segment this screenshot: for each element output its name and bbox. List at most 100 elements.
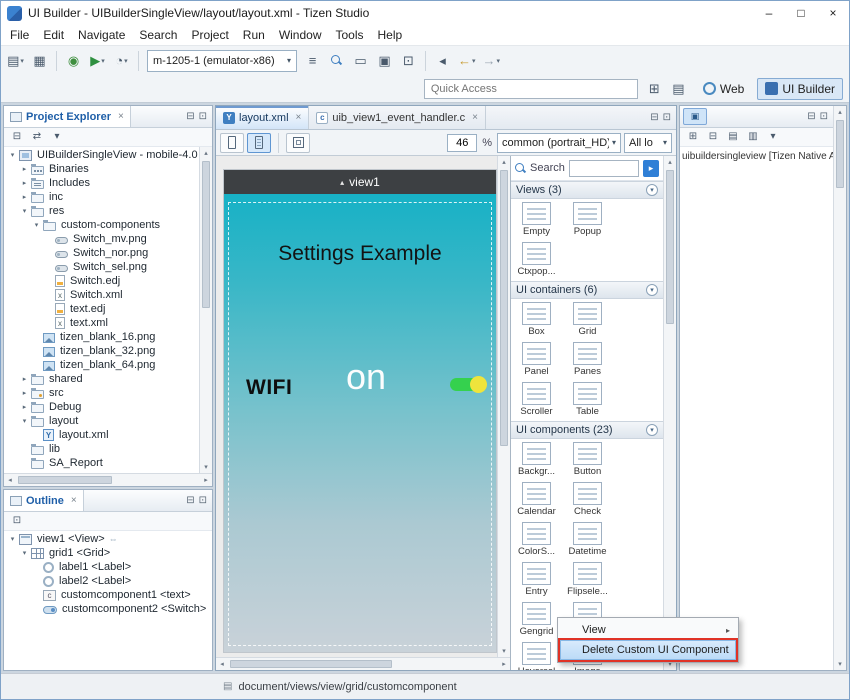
expand-icon[interactable]: ▸ [19, 403, 30, 411]
expand-icon[interactable]: ▸ [19, 193, 30, 201]
tree-item-includes[interactable]: ▸Includes [4, 176, 199, 190]
menu-edit[interactable]: Edit [36, 27, 71, 43]
tree-item-sa-report[interactable]: SA_Report [4, 456, 199, 470]
tab-uib-view1-event-handler-c[interactable]: cuib_view1_event_handler.c× [309, 106, 486, 129]
menu-window[interactable]: Window [272, 27, 329, 43]
palette-section-views-3[interactable]: Views (3)▾ [511, 181, 663, 199]
close-button[interactable]: × [817, 1, 849, 25]
scrollbar-thumb[interactable] [202, 161, 210, 308]
scroll-down-icon[interactable]: ▾ [834, 658, 846, 670]
search-go-button[interactable]: ▸ [643, 160, 659, 177]
tree-item-label2-label[interactable]: label2 <Label> [4, 574, 212, 588]
design-view-button[interactable] [220, 133, 244, 153]
tree-item-inc[interactable]: ▸inc [4, 190, 199, 204]
canvas-vscrollbar[interactable]: ▴ ▾ [497, 156, 510, 657]
tab-outline[interactable]: Outline × [4, 490, 84, 511]
tree-item-tizen-blank-64-png[interactable]: tizen_blank_64.png [4, 358, 199, 372]
tab-layout-xml[interactable]: Ylayout.xml× [216, 106, 309, 129]
scroll-down-icon[interactable]: ▾ [200, 461, 212, 473]
palette-item-backgr[interactable]: Backgr... [511, 440, 562, 480]
palette-item-empty[interactable]: Empty [511, 200, 562, 240]
menu-project[interactable]: Project [184, 27, 235, 43]
scroll-up-icon[interactable]: ▴ [498, 156, 510, 168]
collapse-all-button[interactable]: ▤ [724, 129, 742, 145]
outline-view-button[interactable]: ⊡ [8, 513, 26, 529]
tree-item-uibuildersingleview-mobile-4-0[interactable]: ▾UIBuilderSingleView - mobile-4.0 [4, 148, 199, 162]
menu-run[interactable]: Run [236, 27, 272, 43]
forward-button[interactable]: →▾ [480, 49, 504, 73]
on-label[interactable]: on [346, 356, 386, 398]
quick-access-input[interactable] [424, 79, 638, 99]
palette-item-panes[interactable]: Panes [562, 340, 613, 380]
tree-item-customcomponent1-text[interactable]: customcomponent1 <text> [4, 588, 212, 602]
right-panel-vscrollbar[interactable]: ▴ ▾ [833, 106, 846, 670]
zoom-fit-button[interactable] [286, 133, 310, 153]
locale-combo[interactable]: All lo ▾ [624, 133, 672, 153]
collapse-icon[interactable]: ▾ [19, 417, 30, 425]
design-canvas[interactable]: ▴ view1 Settings Example WIFI on [216, 156, 497, 657]
palette-section-ui-components-23[interactable]: UI components (23)▾ [511, 421, 663, 439]
tree-item-custom-components[interactable]: ▾custom-components [4, 218, 199, 232]
emulator-combo[interactable]: m-1205-1 (emulator-x86) ▾ [147, 50, 297, 72]
collapse-icon[interactable]: ▾ [7, 151, 18, 159]
palette-item-hoversel[interactable]: Hoversel [511, 640, 562, 670]
tree-item-grid1-grid[interactable]: ▾grid1 <Grid> [4, 546, 212, 560]
collapse-all-button[interactable]: ⊟ [8, 129, 26, 145]
palette-vscrollbar[interactable]: ▴ ▾ [663, 156, 676, 670]
palette-item-flipsele[interactable]: Flipsele... [562, 560, 613, 600]
debug-button[interactable]: ◉ [62, 49, 85, 73]
collapse-icon[interactable]: ▾ [31, 221, 42, 229]
device-manager-button[interactable]: ▭ [349, 49, 372, 73]
palette-item-entry[interactable]: Entry [511, 560, 562, 600]
tree-item-text-edj[interactable]: text.edj [4, 302, 199, 316]
close-icon[interactable]: × [118, 111, 124, 122]
scroll-up-icon[interactable]: ▴ [834, 106, 846, 118]
tree-item-switch-mv-png[interactable]: Switch_mv.png [4, 232, 199, 246]
view-body[interactable]: Settings Example WIFI on [224, 194, 496, 652]
certificate-manager-button[interactable]: ⊡ [397, 49, 420, 73]
open-perspective-button[interactable]: ⊞ [643, 77, 666, 101]
scroll-up-icon[interactable]: ▴ [664, 156, 676, 168]
palette-item-gengrid[interactable]: Gengrid [511, 600, 562, 640]
view-menu-button[interactable]: ▾ [48, 129, 66, 145]
wifi-label[interactable]: WIFI [246, 376, 292, 400]
scroll-down-icon[interactable]: ▾ [498, 645, 510, 657]
close-icon[interactable]: × [71, 495, 77, 506]
tree-item-tizen-blank-16-png[interactable]: tizen_blank_16.png [4, 330, 199, 344]
minimize-panel-button[interactable]: ⊟ [807, 111, 815, 122]
right-panel-project-label[interactable]: uibuildersingleview [Tizen Native Applic [682, 151, 833, 162]
phone-preview[interactable]: ▴ view1 Settings Example WIFI on [224, 170, 496, 652]
project-explorer-hscrollbar[interactable]: ◂ ▸ [4, 473, 212, 486]
tree-item-tizen-blank-32-png[interactable]: tizen_blank_32.png [4, 344, 199, 358]
maximize-panel-button[interactable]: ⊡ [199, 495, 207, 506]
tree-item-switch-sel-png[interactable]: Switch_sel.png [4, 260, 199, 274]
palette-item-ctxpop[interactable]: Ctxpop... [511, 240, 562, 280]
chevron-down-icon[interactable]: ▾ [646, 424, 658, 436]
maximize-panel-button[interactable]: ⊡ [663, 112, 671, 123]
save-all-button[interactable]: ▦ [28, 49, 51, 73]
context-menu-item-view[interactable]: View▸ [560, 620, 736, 640]
scrollbar-thumb[interactable] [230, 660, 392, 668]
last-edit-location-button[interactable]: ◂ [431, 49, 454, 73]
tree-item-lib[interactable]: lib [4, 442, 199, 456]
menu-tools[interactable]: Tools [329, 27, 371, 43]
scrollbar-thumb[interactable] [500, 170, 508, 446]
tree-item-src[interactable]: ▸src [4, 386, 199, 400]
context-menu-item-delete-custom-ui-component[interactable]: Delete Custom UI Component [560, 640, 736, 660]
scrollbar-thumb[interactable] [836, 120, 844, 188]
palette-item-popup[interactable]: Popup [562, 200, 613, 240]
tree-item-debug[interactable]: ▸Debug [4, 400, 199, 414]
project-explorer-vscrollbar[interactable]: ▴ ▾ [199, 147, 212, 473]
config-combo[interactable]: common (portrait_HD) ▾ [497, 133, 621, 153]
scroll-right-icon[interactable]: ▸ [200, 474, 212, 486]
scrollbar-thumb[interactable] [18, 476, 112, 484]
run-button[interactable]: ▶▾ [86, 49, 109, 73]
palette-section-ui-containers-6[interactable]: UI containers (6)▾ [511, 281, 663, 299]
palette-item-datetime[interactable]: Datetime [562, 520, 613, 560]
chevron-down-icon[interactable]: ▾ [646, 284, 658, 296]
menu-navigate[interactable]: Navigate [71, 27, 132, 43]
new-connection-button[interactable]: ⊞ [684, 129, 702, 145]
perspective-uibuilder-button[interactable]: UI Builder [757, 78, 843, 100]
perspective-web-button[interactable]: Web [695, 78, 752, 100]
tree-item-text-xml[interactable]: text.xml [4, 316, 199, 330]
